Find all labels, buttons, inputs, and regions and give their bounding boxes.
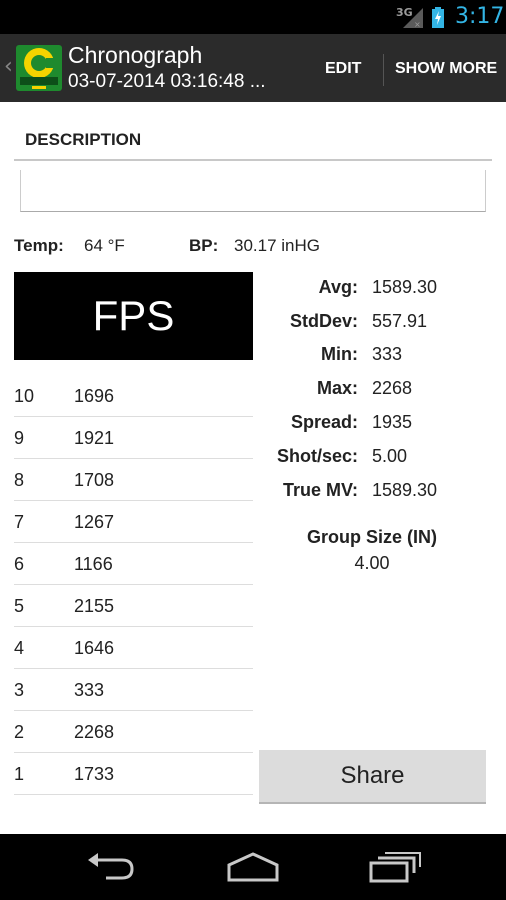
shot-row: 2 2268 xyxy=(14,711,253,753)
shot-number: 4 xyxy=(14,638,25,658)
shot-number: 9 xyxy=(14,428,25,448)
temp-label: Temp: xyxy=(14,236,64,255)
stat-spread-label: Spread: xyxy=(290,412,358,432)
shot-row: 4 1646 xyxy=(14,627,253,669)
shot-velocity: 1267 xyxy=(74,512,115,532)
navigation-bar xyxy=(0,834,506,900)
shot-velocity: 1696 xyxy=(74,386,115,406)
recents-icon[interactable] xyxy=(368,851,422,883)
stat-truemv-value: 1589.30 xyxy=(372,480,438,500)
shot-number: 10 xyxy=(14,386,35,406)
stat-min-label: Min: xyxy=(321,344,358,364)
session-timestamp: 03-07-2014 03:16:48 ... xyxy=(68,71,266,92)
stat-max-label: Max: xyxy=(316,378,358,398)
shot-velocity: 1921 xyxy=(74,428,115,448)
stat-max-value: 2268 xyxy=(372,378,413,398)
shot-row: 10 1696 xyxy=(14,375,253,417)
shot-row: 7 1267 xyxy=(14,501,253,543)
edit-button[interactable]: EDIT xyxy=(325,60,361,78)
temp-value: 64 °F xyxy=(84,236,125,255)
stat-avg-value: 1589.30 xyxy=(372,277,438,297)
app-title: Chronograph xyxy=(68,42,203,68)
shot-velocity: 333 xyxy=(74,680,105,700)
shot-number: 5 xyxy=(14,596,25,616)
back-icon[interactable] xyxy=(86,851,138,883)
bp-label: BP: xyxy=(189,236,219,255)
stat-shotsec-label: Shot/sec: xyxy=(276,446,358,466)
shot-number: 3 xyxy=(14,680,25,700)
shot-velocity: 2155 xyxy=(74,596,115,616)
shot-number: 8 xyxy=(14,470,25,490)
share-button[interactable]: Share xyxy=(259,750,486,804)
group-size-label: Group Size (IN) xyxy=(307,527,437,547)
show-more-button[interactable]: SHOW MORE xyxy=(395,60,497,78)
svg-text:×: × xyxy=(414,20,421,28)
shot-list: 10 1696 9 1921 8 1708 7 1267 6 1166 5 2155 4 16… xyxy=(14,375,253,795)
action-divider xyxy=(383,54,384,86)
stat-min-value: 333 xyxy=(372,344,403,364)
shot-number: 2 xyxy=(14,722,25,742)
stat-avg-label: Avg: xyxy=(318,277,358,297)
chronograph-app-icon[interactable] xyxy=(16,45,62,91)
clock: 3:17 xyxy=(455,4,505,29)
fps-header: FPS xyxy=(14,272,253,360)
shot-row: 6 1166 xyxy=(14,543,253,585)
signal-icon: × xyxy=(403,8,423,28)
stat-truemv-label: True MV: xyxy=(282,480,358,500)
battery-charging-icon xyxy=(432,7,444,28)
shot-row: 1 1733 xyxy=(14,753,253,795)
bp-value: 30.17 inHG xyxy=(234,236,320,255)
shot-number: 6 xyxy=(14,554,25,574)
stat-stddev-value: 557.91 xyxy=(372,311,428,331)
status-bar: 3G × 3:17 xyxy=(0,0,506,34)
group-size-value: 4.00 xyxy=(354,553,390,573)
shot-row: 3 333 xyxy=(14,669,253,711)
description-header: DESCRIPTION xyxy=(25,130,142,149)
description-input[interactable] xyxy=(20,170,486,212)
shot-row: 8 1708 xyxy=(14,459,253,501)
shot-velocity: 2268 xyxy=(74,722,115,742)
up-navigation-icon[interactable]: ‹ xyxy=(4,54,13,79)
shot-velocity: 1708 xyxy=(74,470,115,490)
home-icon[interactable] xyxy=(226,851,280,883)
stat-spread-value: 1935 xyxy=(372,412,413,432)
shot-number: 7 xyxy=(14,512,25,532)
shot-velocity: 1733 xyxy=(74,764,115,784)
shot-velocity: 1646 xyxy=(74,638,115,658)
shot-velocity: 1166 xyxy=(74,554,113,574)
stat-stddev-label: StdDev: xyxy=(289,311,358,331)
shot-number: 1 xyxy=(14,764,25,784)
shot-row: 5 2155 xyxy=(14,585,253,627)
description-divider xyxy=(14,159,492,161)
stat-shotsec-value: 5.00 xyxy=(372,446,408,466)
shot-row: 9 1921 xyxy=(14,417,253,459)
action-bar: ‹ Chronograph 03-07-2014 03:16:48 ... ED… xyxy=(0,34,506,102)
